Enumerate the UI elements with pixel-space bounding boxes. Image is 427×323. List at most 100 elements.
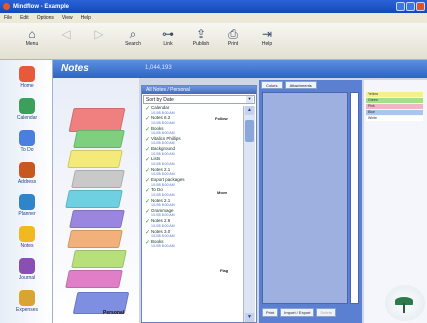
minimize-button[interactable] xyxy=(396,2,405,11)
sidebar-item-address[interactable]: Address xyxy=(4,162,50,185)
tag-white[interactable]: White xyxy=(366,116,423,121)
sidebar-item-calendar[interactable]: Calendar xyxy=(4,98,50,121)
note-date: 1/1/05 8:00 AM xyxy=(151,203,175,208)
menu-button[interactable]: ⌂ Menu xyxy=(17,27,47,47)
menu-bar: File Edit Options View Help xyxy=(0,13,427,23)
notes-icon xyxy=(19,226,35,242)
menu-help[interactable]: Help xyxy=(81,15,91,21)
stack-layer[interactable] xyxy=(69,210,125,228)
sidebar-item-journal[interactable]: Journal xyxy=(4,258,50,281)
note-items: ✓ Calendar 1/1/05 8:00 AM ✓ Notes 6.2 1/1/05 … xyxy=(143,105,242,250)
back-button[interactable]: ◁ xyxy=(51,27,81,41)
import-export-button[interactable]: Import / Export xyxy=(280,308,315,317)
sidebar-item-home[interactable]: Home xyxy=(4,66,50,89)
forward-icon: ▷ xyxy=(94,27,104,41)
note-date: 1/1/05 8:00 AM xyxy=(151,192,175,197)
notebook-stack: Personal xyxy=(53,78,139,323)
close-button[interactable] xyxy=(416,2,425,11)
menu-file[interactable]: File xyxy=(4,15,12,21)
sidebar-item-todo[interactable]: To Do xyxy=(4,130,50,153)
list-item[interactable]: ✓ Books 1/1/05 8:00 AM xyxy=(143,239,242,250)
home-icon: ⌂ xyxy=(28,27,36,41)
follow-button[interactable]: Follow xyxy=(215,116,228,121)
title-bar: Mindflow - Example xyxy=(0,0,427,13)
note-date: 1/1/05 8:00 AM xyxy=(151,223,175,228)
stem-shape xyxy=(403,303,405,313)
editor-scrollbar[interactable] xyxy=(350,92,359,304)
stack-layer[interactable] xyxy=(67,230,123,248)
note-list: All Notes / Personal Sort by Date ▼ ✓ Cal… xyxy=(141,85,257,323)
chevron-down-icon: ▼ xyxy=(246,96,253,103)
page-title: Notes xyxy=(61,63,89,74)
tag-blue[interactable]: Blue xyxy=(366,110,423,115)
tag-green[interactable]: Green xyxy=(366,98,423,103)
todo-icon xyxy=(19,130,35,146)
menu-options[interactable]: Options xyxy=(37,15,54,21)
stack-layer[interactable] xyxy=(71,170,125,188)
print-button[interactable]: ⎙ Print xyxy=(218,27,248,47)
sidebar-item-notes[interactable]: Notes xyxy=(4,226,50,249)
tag-panel: Yellow Green Pink Blue White xyxy=(364,80,427,323)
menu-edit[interactable]: Edit xyxy=(20,15,29,21)
print-note-button[interactable]: Print xyxy=(262,308,279,317)
note-list-header: All Notes / Personal xyxy=(142,86,256,94)
flag-button[interactable]: Flag xyxy=(220,268,228,273)
editor-tabs: Colors Attachments xyxy=(259,80,362,90)
print-icon: ⎙ xyxy=(228,27,238,41)
note-date: 1/1/05 8:00 AM xyxy=(151,120,175,125)
stack-layer[interactable] xyxy=(71,250,127,268)
note-date: 1/1/05 8:00 AM xyxy=(151,161,175,166)
scroll-thumb[interactable] xyxy=(245,120,254,142)
link-icon: ⊶ xyxy=(162,27,174,41)
help-icon: ⇥ xyxy=(261,27,273,41)
stack-selected-label: Personal xyxy=(103,310,125,316)
delete-button[interactable]: Delete xyxy=(316,308,337,317)
stack-layer[interactable] xyxy=(73,130,125,148)
tag-yellow[interactable]: Yellow xyxy=(366,92,423,97)
address-book-icon xyxy=(19,162,35,178)
stack-layer[interactable] xyxy=(68,108,126,132)
app-icon xyxy=(3,3,10,10)
tab-colors[interactable]: Colors xyxy=(261,81,283,89)
maximize-button[interactable] xyxy=(406,2,415,11)
note-list-scrollbar[interactable]: ▲ ▼ xyxy=(243,106,255,322)
sidebar-item-expenses[interactable]: Expenses xyxy=(4,290,50,313)
tab-attachments[interactable]: Attachments xyxy=(284,81,317,89)
editor-actions: Print Import / Export Delete xyxy=(262,308,337,317)
stack-layer[interactable] xyxy=(67,150,123,168)
sidebar: Home Calendar To Do Address Planner Note… xyxy=(0,60,53,323)
home-icon xyxy=(19,66,35,82)
search-button[interactable]: ⌕ Search xyxy=(118,27,148,47)
sort-dropdown[interactable]: Sort by Date ▼ xyxy=(143,95,255,104)
expenses-icon xyxy=(19,290,35,306)
note-text-area[interactable] xyxy=(262,92,348,304)
stack-layer[interactable] xyxy=(65,270,123,288)
header-count: 1,044,193 xyxy=(145,65,172,71)
note-date: 1/1/05 8:00 AM xyxy=(151,234,175,239)
calendar-icon xyxy=(19,98,35,114)
scroll-down-icon[interactable]: ▼ xyxy=(245,313,254,322)
forward-button[interactable]: ▷ xyxy=(84,27,114,41)
window-controls xyxy=(396,2,425,11)
note-date: 1/1/05 8:00 AM xyxy=(151,131,175,136)
note-editor: Colors Attachments Print Import / Export… xyxy=(259,80,362,323)
link-button[interactable]: ⊶ Link xyxy=(153,27,183,47)
main-area: Notes 1,044,193 Personal All Notes / Per… xyxy=(53,60,427,323)
toolbar: ⌂ Menu ◁ ▷ ⌕ Search ⊶ Link ⇪ Publish ⎙ Print … xyxy=(0,23,427,60)
publish-button[interactable]: ⇪ Publish xyxy=(186,27,216,47)
sidebar-item-planner[interactable]: Planner xyxy=(4,194,50,217)
scroll-up-icon[interactable]: ▲ xyxy=(245,106,254,115)
tag-pink[interactable]: Pink xyxy=(366,104,423,109)
menu-view[interactable]: View xyxy=(62,15,73,21)
journal-icon xyxy=(19,258,35,274)
publish-icon: ⇪ xyxy=(195,27,207,41)
note-date: 1/1/05 8:00 AM xyxy=(151,244,175,249)
help-button[interactable]: ⇥ Help xyxy=(252,27,282,47)
plant-illustration xyxy=(385,285,425,321)
planner-icon xyxy=(19,194,35,210)
move-button[interactable]: Move xyxy=(217,190,227,195)
stack-layer[interactable] xyxy=(65,190,123,208)
window-title: Mindflow - Example xyxy=(13,3,70,10)
search-icon: ⌕ xyxy=(129,27,137,41)
section-header: Notes 1,044,193 xyxy=(53,60,427,78)
